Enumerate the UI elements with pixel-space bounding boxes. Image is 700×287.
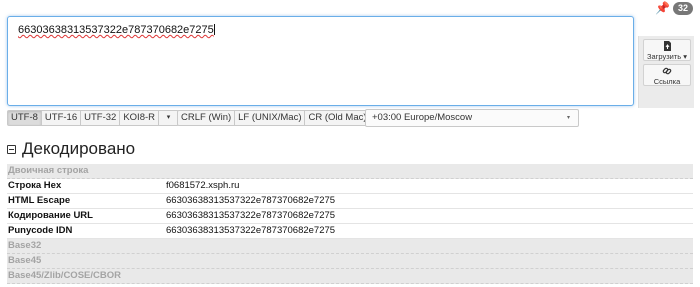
group-row[interactable]: Base45/Zlib/COSE/CBOR (7, 269, 693, 284)
row-label: HTML Escape (8, 195, 71, 206)
link-button[interactable]: Ссылка (643, 64, 691, 86)
encoding-utf8[interactable]: UTF-8 (7, 110, 42, 126)
row-label: Строка Hex (8, 180, 62, 191)
row-label: Base45/Zlib/COSE/CBOR (8, 270, 121, 281)
chevron-down-icon: ▾ (566, 115, 570, 121)
upload-label: Загрузить (646, 52, 682, 61)
row-value: 66303638313537322e787370682e7275 (166, 225, 336, 236)
count-badge: 32 (673, 2, 693, 15)
eol-cr[interactable]: CR (Old Mac) (305, 110, 371, 126)
section-title: Декодировано (22, 139, 136, 158)
hex-input-textarea[interactable]: 66303638313537322e787370682e7275 (7, 16, 634, 106)
upload-button[interactable]: Загрузить ▾ (643, 39, 691, 61)
table-row: Punycode IDN 66303638313537322e787370682e… (7, 224, 693, 239)
row-value: 66303638313537322e787370682e7275 (166, 195, 336, 206)
row-label: Кодирование URL (8, 210, 93, 221)
group-row[interactable]: Base45 (7, 254, 693, 269)
row-value: f0681572.xsph.ru (166, 180, 240, 191)
table-row: Кодирование URL 66303638313537322e7873706… (7, 209, 693, 224)
group-row[interactable]: Base32 (7, 239, 693, 254)
eol-lf[interactable]: LF (UNIX/Mac) (235, 110, 306, 126)
row-label: Punycode IDN (8, 225, 73, 236)
row-label: Двоичная строка (8, 165, 89, 176)
input-value: 66303638313537322e787370682e7275 (18, 24, 214, 36)
pin-icon[interactable]: 📌 (655, 2, 670, 14)
decoded-table: Двоичная строка Строка Hex f0681572.xsph.r… (7, 164, 693, 284)
row-label: Base45 (8, 255, 42, 266)
collapse-icon[interactable] (7, 145, 16, 154)
encoding-koi8r[interactable]: KOI8-R (120, 110, 160, 126)
row-label: Base32 (8, 240, 42, 251)
encoding-utf16[interactable]: UTF-16 (41, 110, 82, 126)
text-caret (213, 24, 215, 35)
timezone-value: +03:00 Europe/Moscow (372, 112, 473, 123)
table-row: Строка Hex f0681572.xsph.ru (7, 179, 693, 194)
row-value: 66303638313537322e787370682e7275 (166, 210, 336, 221)
group-row[interactable]: Двоичная строка (7, 164, 693, 179)
encoding-utf32[interactable]: UTF-32 (81, 110, 121, 126)
timezone-select[interactable]: +03:00 Europe/Moscow ▾ (365, 109, 579, 127)
line-ending-selector: CRLF (Win) LF (UNIX/Mac) CR (Old Mac) (177, 110, 371, 126)
table-row: HTML Escape 66303638313537322e787370682e7… (7, 194, 693, 209)
eol-crlf[interactable]: CRLF (Win) (177, 110, 236, 126)
upload-dropdown-arrow: ▾ (683, 52, 688, 61)
side-panel: Загрузить ▾ Ссылка (638, 36, 694, 108)
encoding-selector: UTF-8 UTF-16 UTF-32 KOI8-R ▾ (7, 110, 180, 126)
link-label: Ссылка (653, 77, 681, 86)
